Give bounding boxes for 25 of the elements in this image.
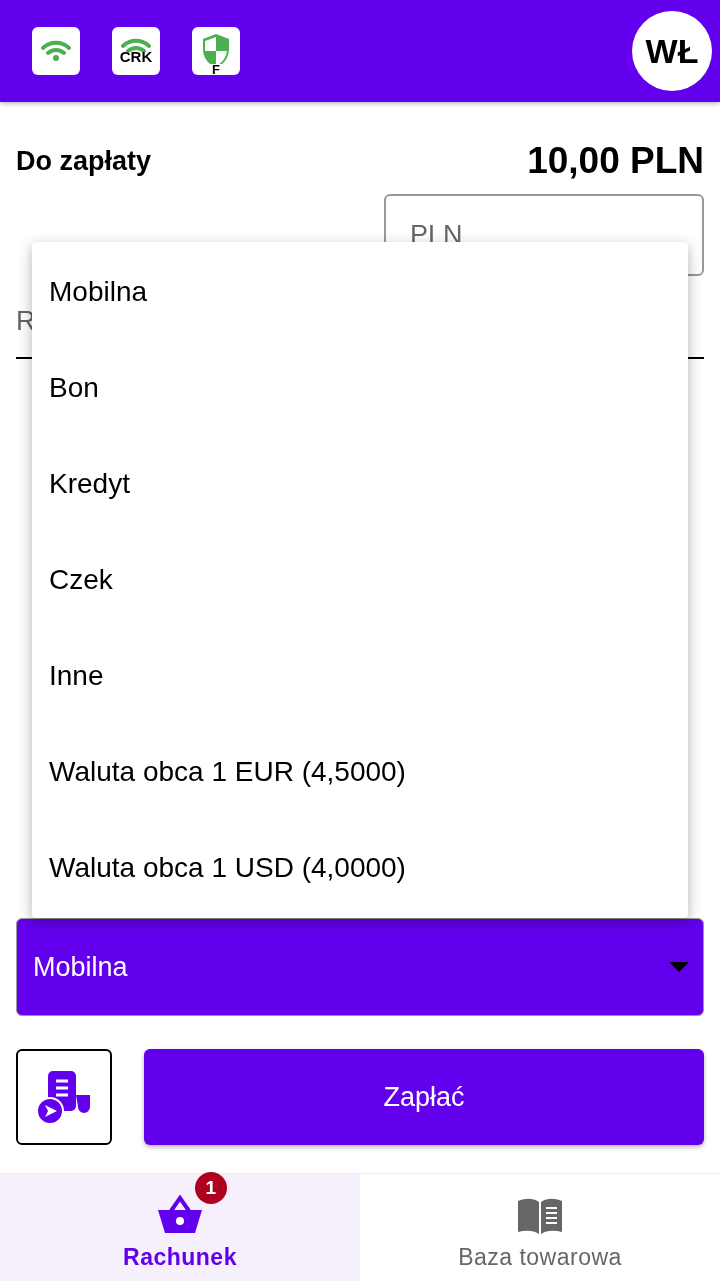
status-icon[interactable]: F [192,27,240,75]
icon-label: CRK [119,50,153,64]
basket-icon [157,1194,203,1234]
receipt-button[interactable] [16,1049,112,1145]
user-avatar[interactable]: WŁ [632,11,712,91]
menu-item[interactable]: Kredyt [32,436,688,532]
total-label: Do zapłaty [16,145,152,177]
wifi-icon [41,40,71,62]
status-icon[interactable]: CRK [112,27,160,75]
book-icon [517,1198,563,1234]
total-amount: 10,00 PLN [527,140,704,182]
menu-item[interactable]: Inne [32,628,688,724]
menu-item[interactable]: Bon [32,340,688,436]
icon-label: F [210,64,222,75]
menu-item[interactable]: Czek [32,532,688,628]
pay-button[interactable]: Zapłać [144,1049,704,1145]
count-badge: 1 [195,1172,227,1204]
status-icon[interactable] [32,27,80,75]
receipt-send-icon [36,1069,92,1125]
nav-tab[interactable]: 1 Rachunek [0,1174,360,1281]
menu-item[interactable]: Waluta obca 1 EUR (4,5000) [32,724,688,820]
payment-method-select[interactable]: Mobilna [16,918,704,1016]
wifi-icon [121,38,151,54]
menu-item[interactable]: Waluta obca 1 USD (4,0000) [32,820,688,916]
dropdown-caret-icon [669,962,689,972]
